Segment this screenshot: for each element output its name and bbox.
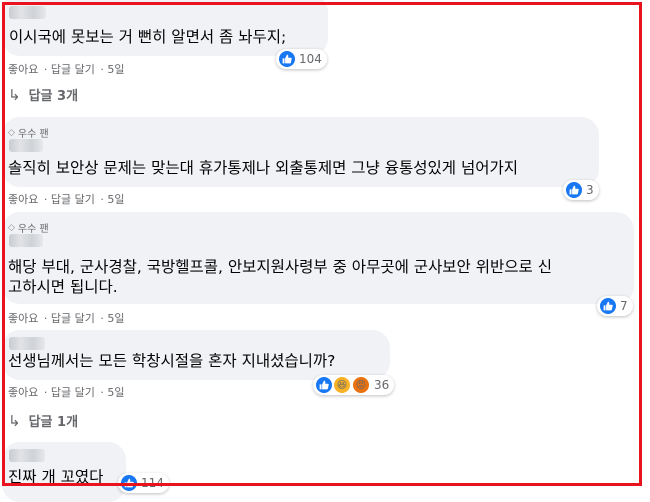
reaction-summary[interactable]: 104	[276, 49, 327, 69]
comment-text: 진짜 개 꼬였다	[8, 468, 104, 486]
comment-text: 이시국에 못보는 거 뻔히 알면서 좀 놔두지;	[9, 28, 287, 46]
view-replies-link[interactable]: ↳ 답글 3개	[8, 85, 79, 105]
top-fan-badge: ◇ 우수 팬	[8, 125, 49, 141]
like-action[interactable]: 좋아요	[8, 193, 38, 206]
author-name-blurred[interactable]	[9, 234, 43, 247]
view-replies-link[interactable]: ↳ 답글 1개	[8, 411, 79, 431]
comment-actions: 좋아요 · 답글 달기 · 5일	[8, 312, 125, 325]
diamond-icon: ◇	[8, 222, 15, 233]
reply-arrow-icon: ↳	[8, 85, 21, 104]
diamond-icon: ◇	[8, 127, 15, 138]
angry-reaction-icon: 😡	[352, 376, 370, 394]
replies-label: 답글 3개	[28, 89, 79, 104]
top-fan-badge: ◇ 우수 팬	[8, 220, 49, 236]
author-name-blurred[interactable]	[9, 6, 46, 19]
reply-action[interactable]: 답글 달기	[51, 386, 95, 399]
like-action[interactable]: 좋아요	[8, 386, 38, 399]
comment-actions: 좋아요 · 답글 달기 · 5일	[8, 386, 125, 399]
comment-time[interactable]: 5일	[107, 193, 124, 206]
reply-arrow-icon: ↳	[8, 411, 21, 430]
like-reaction-icon	[279, 51, 295, 67]
comment-actions: 좋아요 · 답글 달기 · 5일	[8, 63, 125, 76]
reply-action[interactable]: 답글 달기	[51, 63, 95, 76]
reaction-summary[interactable]: 😆 😡 36	[313, 375, 395, 395]
like-reaction-icon	[316, 377, 332, 393]
badge-label: 우수 팬	[17, 224, 49, 235]
reaction-summary[interactable]: 3	[563, 180, 599, 200]
comment-text-line-2: 고하시면 됩니다.	[8, 278, 118, 296]
like-reaction-icon	[566, 182, 582, 198]
like-action[interactable]: 좋아요	[8, 312, 38, 325]
reaction-count: 3	[586, 183, 594, 197]
reaction-summary[interactable]: 114	[118, 473, 169, 493]
haha-reaction-icon: 😆	[333, 376, 351, 394]
reaction-summary[interactable]: 7	[597, 296, 633, 316]
like-reaction-icon	[600, 298, 616, 314]
comment-time[interactable]: 5일	[107, 63, 124, 76]
author-name-blurred[interactable]	[9, 139, 43, 152]
comment-time[interactable]: 5일	[107, 312, 124, 325]
author-name-blurred[interactable]	[9, 449, 45, 462]
reply-action[interactable]: 답글 달기	[51, 193, 95, 206]
like-action[interactable]: 좋아요	[8, 63, 38, 76]
reaction-count: 104	[299, 52, 322, 66]
like-reaction-icon	[121, 475, 137, 491]
reaction-count: 7	[620, 299, 628, 313]
reply-action[interactable]: 답글 달기	[51, 312, 95, 325]
reaction-count: 114	[141, 476, 164, 490]
comment-time[interactable]: 5일	[107, 386, 124, 399]
badge-label: 우수 팬	[17, 129, 49, 140]
reaction-count: 36	[374, 378, 390, 392]
comment-text: 선생님께서는 모든 학창시절을 혼자 지내셨습니까?	[8, 352, 336, 370]
comment-text: 솔직히 보안상 문제는 맞는대 휴가통제나 외출통제면 그냥 융통성있게 넘어가…	[8, 159, 518, 177]
comment-actions: 좋아요 · 답글 달기 · 5일	[8, 193, 125, 206]
replies-label: 답글 1개	[28, 415, 79, 430]
